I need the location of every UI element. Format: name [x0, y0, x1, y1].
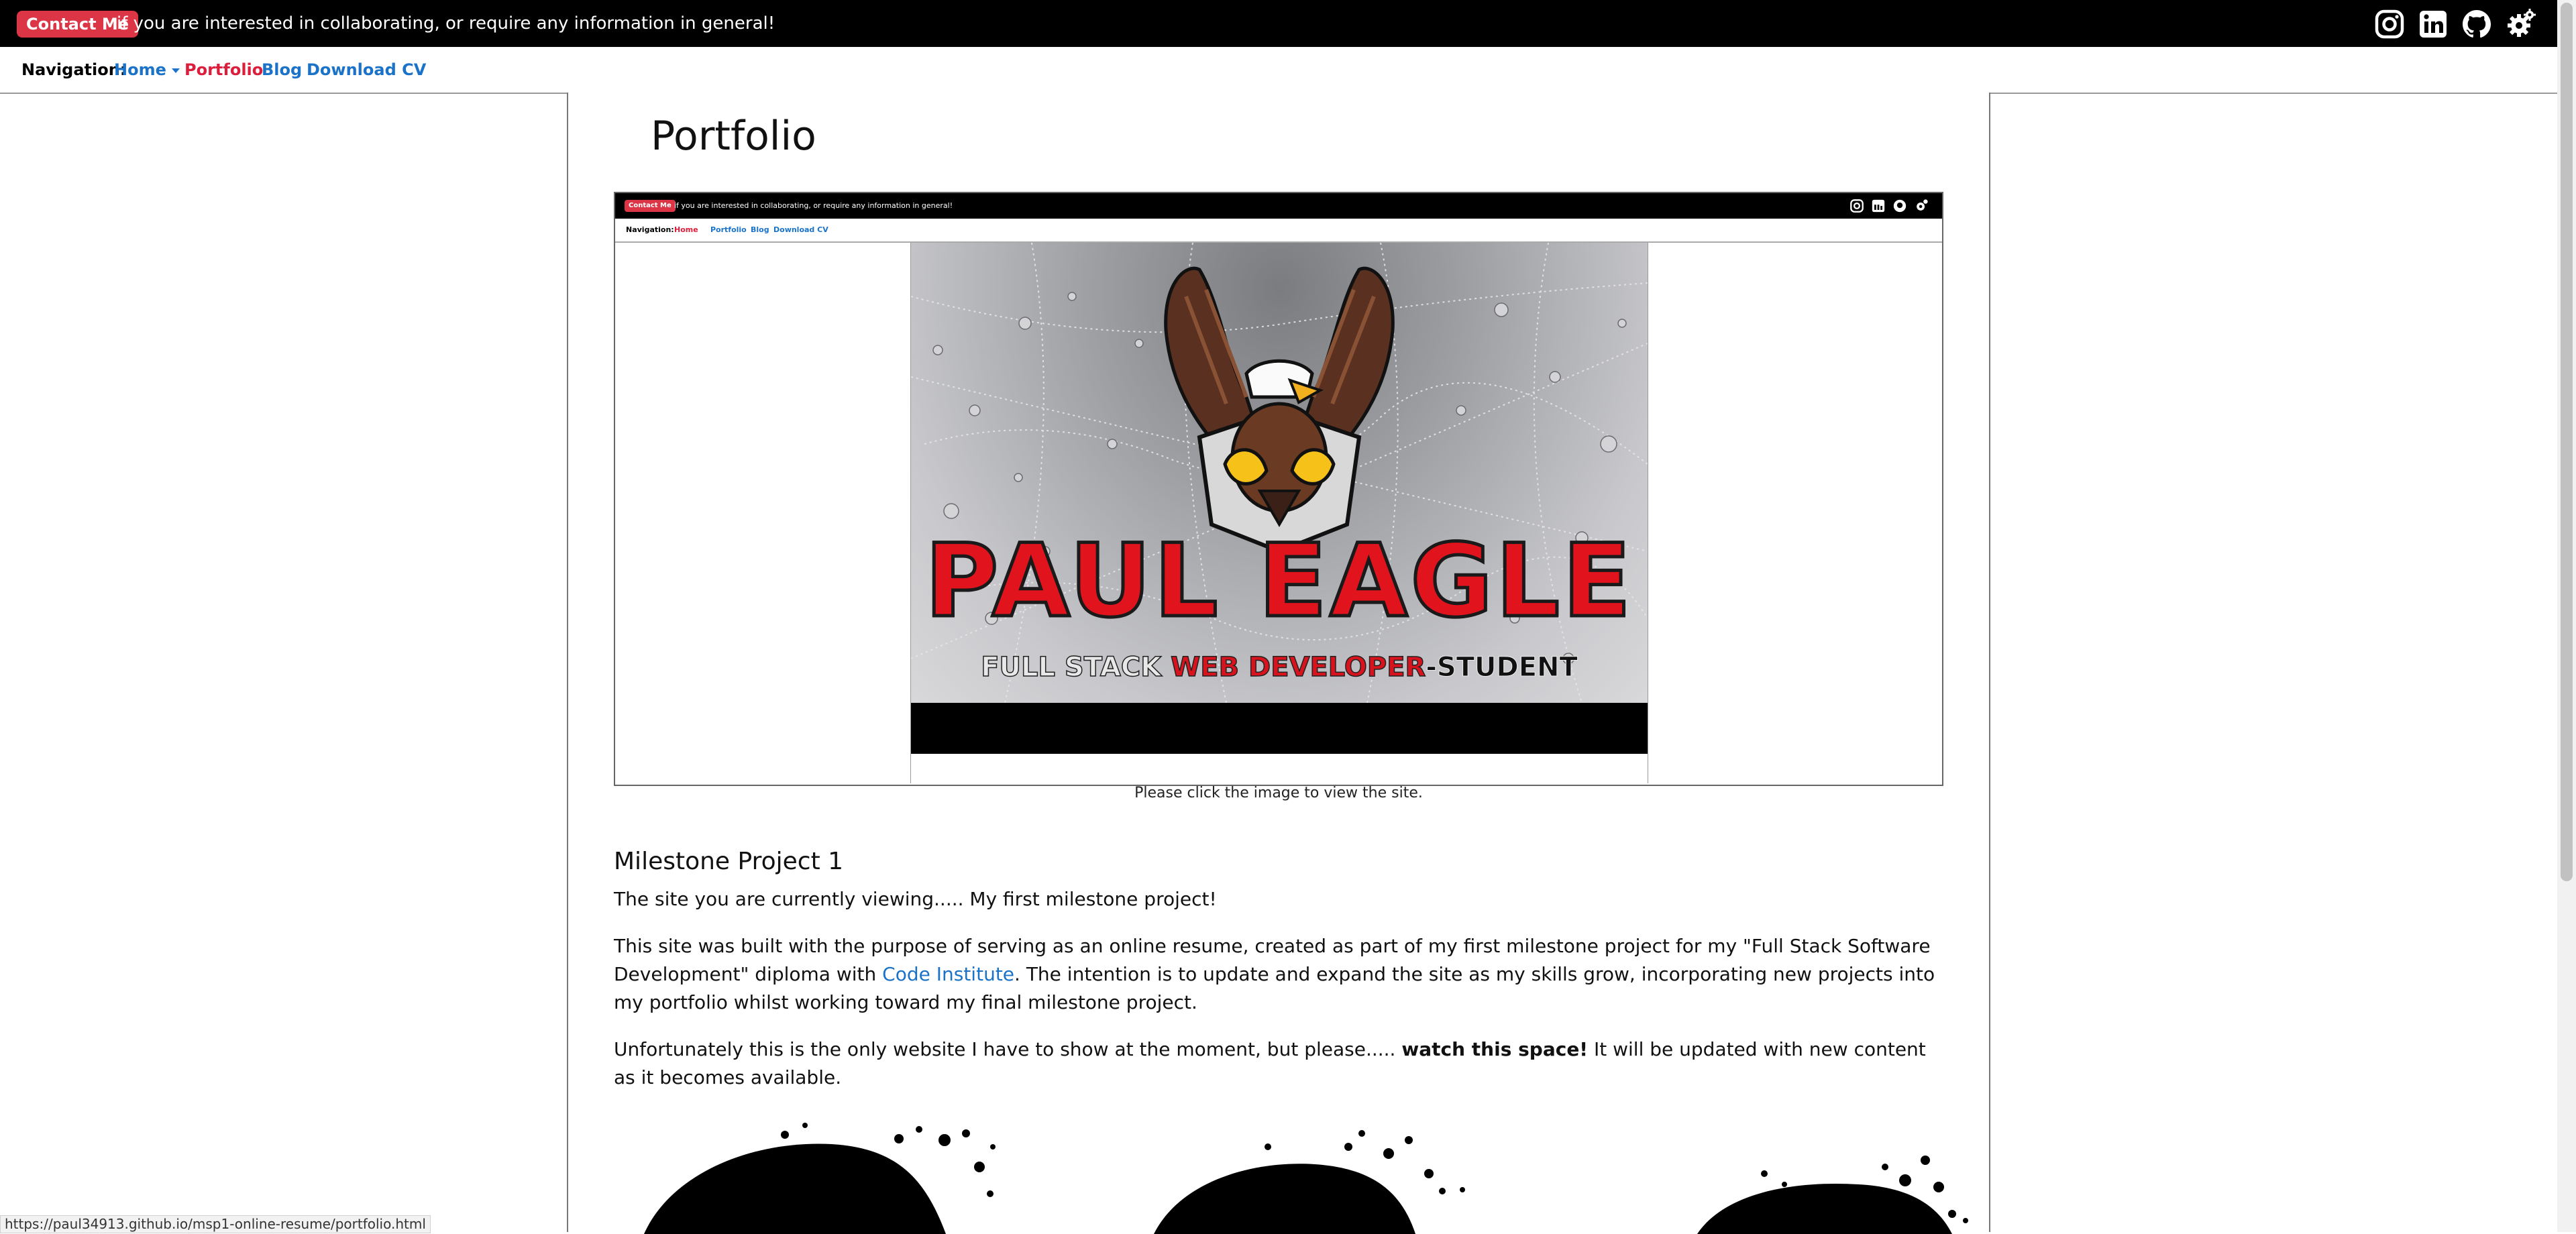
linkedin-icon[interactable] — [2417, 8, 2449, 40]
preview-contact-button: Contact Me — [625, 200, 676, 212]
preview-nav-home: Home — [674, 225, 698, 234]
github-icon[interactable] — [2461, 8, 2493, 40]
contact-bar: Contact Me if you are interested in coll… — [0, 0, 2576, 47]
nav-item-download-cv[interactable]: Download CV — [307, 60, 426, 79]
preview-hero: PAUL EAGLE FULL STACK WEB DEVELOPER-STUD… — [910, 243, 1648, 783]
nav-item-blog[interactable]: Blog — [262, 60, 302, 79]
preview-gear-icon — [1917, 199, 1928, 211]
status-bar-url: https://paul34913.github.io/msp1-online-… — [0, 1215, 431, 1233]
logo-sub-part-1: FULL STACK — [980, 651, 1171, 683]
page-title: Portfolio — [651, 113, 816, 160]
preview-nav-portfolio: Portfolio — [710, 225, 747, 234]
ink-splat-decoration — [1697, 1156, 1968, 1234]
logo-name: PAUL EAGLE — [923, 522, 1634, 642]
vertical-scrollbar[interactable] — [2557, 0, 2576, 1232]
project-paragraph-2: This site was built with the purpose of … — [614, 932, 1942, 1017]
eagle-logo-image: PAUL EAGLE FULL STACK WEB DEVELOPER-STUD… — [911, 243, 1648, 703]
gear-icon[interactable] — [2504, 8, 2536, 40]
code-institute-link[interactable]: Code Institute — [882, 963, 1014, 985]
nav-label: Navigation: — [21, 60, 127, 79]
logo-sub-part-3: -STUDENT — [1426, 652, 1578, 683]
eagle-emblem — [1164, 266, 1395, 554]
nav-item-portfolio[interactable]: Portfolio — [184, 60, 263, 79]
p3-emphasis: watch this space! — [1401, 1038, 1589, 1060]
preview-linkedin-icon — [1872, 199, 1885, 213]
nav-item-home[interactable]: Home — [114, 60, 180, 79]
preview-contact-text: if you are interested in collaborating, … — [674, 201, 953, 210]
instagram-icon[interactable] — [2373, 8, 2406, 40]
logo-sub-part-2: WEB DEVELOPER — [1170, 651, 1426, 683]
portfolio-site-preview[interactable]: Contact Me if you are interested in coll… — [614, 192, 1943, 786]
contact-text: if you are interested in collaborating, … — [117, 13, 775, 34]
ink-splat-decoration — [644, 1123, 996, 1234]
preview-navigation: Navigation: Home Portfolio Blog Download… — [615, 219, 1942, 243]
preview-instagram-icon — [1850, 199, 1864, 213]
chevron-down-icon — [171, 68, 180, 73]
project-heading: Milestone Project 1 — [614, 848, 844, 875]
preview-nav-label: Navigation: — [626, 225, 674, 234]
preview-github-icon — [1893, 199, 1907, 213]
preview-caption: Please click the image to view the site. — [1134, 785, 1423, 801]
logo-subtitle: FULL STACK WEB DEVELOPER-STUDENT — [911, 651, 1648, 683]
ink-splat-decoration — [1154, 1130, 1465, 1234]
project-paragraph-1: The site you are currently viewing..... … — [614, 888, 1217, 910]
preview-contact-bar: Contact Me if you are interested in coll… — [615, 193, 1942, 219]
nav-item-home-label: Home — [114, 60, 166, 79]
p3-text-before: Unfortunately this is the only website I… — [614, 1038, 1402, 1060]
navigation-bar: Navigation: Home Portfolio Blog Download… — [0, 47, 2557, 94]
scrollbar-thumb[interactable] — [2561, 3, 2573, 881]
preview-footer-bar — [911, 703, 1648, 754]
project-paragraph-3: Unfortunately this is the only website I… — [614, 1035, 1942, 1092]
preview-nav-download-cv: Download CV — [773, 225, 828, 234]
preview-nav-blog: Blog — [751, 225, 769, 234]
